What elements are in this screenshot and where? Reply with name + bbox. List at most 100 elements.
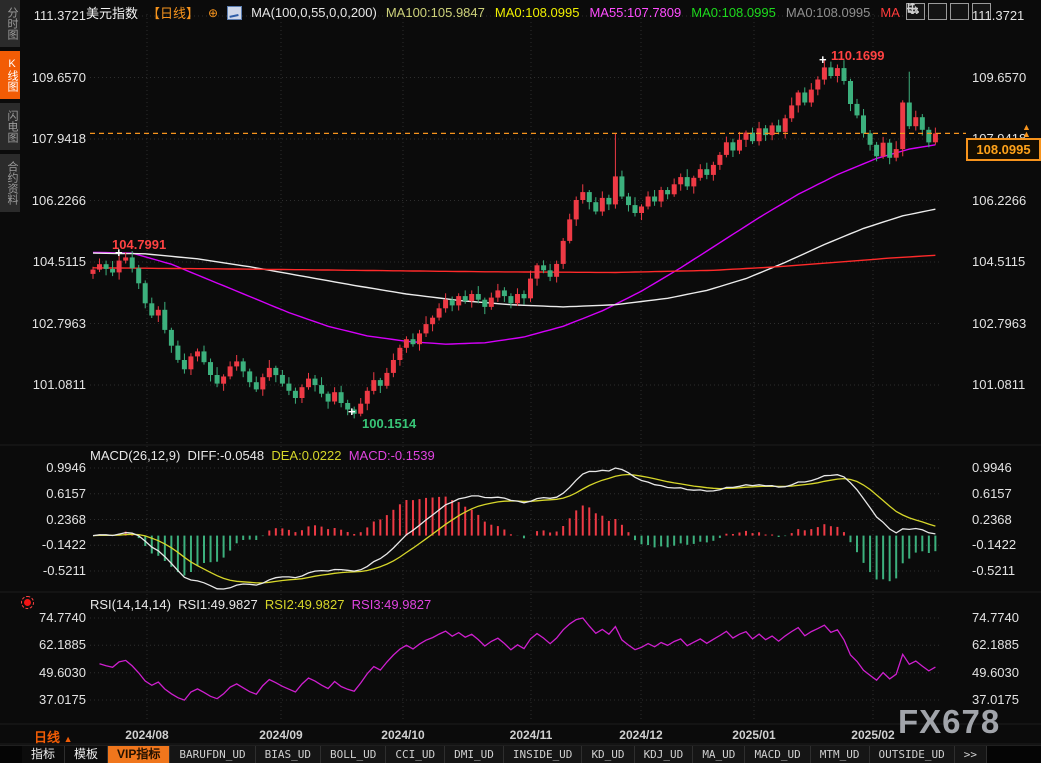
price-axis-label: 111.3721 [972, 8, 1038, 23]
period-up-arrow-icon: ▲ [64, 734, 73, 744]
price-axis-label: 111.3721 [28, 8, 86, 23]
cross-marker-icon: + [819, 52, 827, 67]
expand-icon[interactable]: ⊕ [208, 6, 218, 20]
date-label: 2025/01 [722, 728, 786, 742]
macd-axis-label: 0.9946 [28, 460, 86, 475]
price-axis-label: 109.6570 [28, 70, 86, 85]
macd-axis-label: -0.5211 [28, 563, 86, 578]
price-axis-label: 101.0811 [28, 377, 86, 392]
period-tag: 【日线】 [147, 3, 199, 22]
symbol-title: 美元指数 [86, 3, 138, 22]
price-axis-label: 106.2266 [972, 193, 1038, 208]
tab-mtm_ud[interactable]: MTM_UD [811, 746, 870, 763]
price-tag-arrow-icon: ▲▲ [1022, 124, 1031, 138]
left-sidebar: 分时图 K线图闪电图合约资料 [0, 0, 20, 212]
ma-legend-value-4: MA0:108.0995 [786, 5, 871, 20]
price-axis-label: 102.7963 [972, 316, 1038, 331]
last-price-tag: 108.0995 [966, 138, 1041, 161]
rsi-axis-label: 37.0175 [28, 692, 86, 707]
rsi-axis-label: 49.6030 [28, 665, 86, 680]
dea-line [93, 475, 935, 583]
tab-kd_ud[interactable]: KD_UD [582, 746, 634, 763]
macd-header: MACD(26,12,9) DIFF:-0.0548 DEA:0.0222 MA… [90, 448, 435, 463]
price-axis-label: 107.9418 [28, 131, 86, 146]
left-axis-icon[interactable] [928, 3, 947, 20]
tab-inside_ud[interactable]: INSIDE_UD [504, 746, 583, 763]
ma-legend-value-2: MA55:107.7809 [589, 5, 681, 20]
trading-terminal-window: 分时图 K线图闪电图合约资料 美元指数 【日线】 ⊕ MA(100,0,55,0,… [0, 0, 1041, 763]
tab-[interactable]: 模板 [65, 746, 108, 763]
rsi2-value: RSI2:49.9827 [265, 597, 345, 612]
price-axis-label: 101.0811 [972, 377, 1038, 392]
chart-canvas[interactable] [0, 0, 1041, 763]
chart-legend: 美元指数 【日线】 ⊕ MA(100,0,55,0,0,200) MA100:1… [86, 3, 900, 22]
tab-bias_ud[interactable]: BIAS_UD [256, 746, 321, 763]
tab-vip[interactable]: VIP指标 [108, 746, 170, 763]
tab-cci_ud[interactable]: CCI_UD [386, 746, 445, 763]
date-label: 2025/02 [841, 728, 905, 742]
ma-legend-value-1: MA0:108.0995 [495, 5, 580, 20]
rsi1-value: RSI1:49.9827 [178, 597, 258, 612]
macd-dea-value: DEA:0.0222 [271, 448, 341, 463]
rsi-axis-label: 62.1885 [972, 637, 1038, 652]
price-axis-label: 104.5115 [28, 254, 86, 269]
price-axis-label: 102.7963 [28, 316, 86, 331]
price-axis-label: 106.2266 [28, 193, 86, 208]
macd-axis-label: -0.1422 [28, 537, 86, 552]
ma-line-MA100 [93, 209, 935, 307]
ma-line-MA200 [93, 255, 935, 272]
rsi-header: RSI(14,14,14) RSI1:49.9827 RSI2:49.9827 … [90, 597, 431, 612]
sidebar-item-2[interactable]: 闪电图 [0, 103, 20, 150]
price-axis-label: 109.6570 [972, 70, 1038, 85]
tab-[interactable]: 指标 [22, 746, 65, 763]
macd-value: MACD:-0.1539 [349, 448, 435, 463]
macd-axis-label: -0.1422 [972, 537, 1038, 552]
macd-axis-label: -0.5211 [972, 563, 1038, 578]
tab-macd_ud[interactable]: MACD_UD [745, 746, 810, 763]
tab-outside_ud[interactable]: OUTSIDE_UD [870, 746, 955, 763]
indicator-tabbar: 指标模板VIP指标BARUFDN_UDBIAS_UDBOLL_UDCCI_UDD… [0, 745, 1041, 763]
right-axis-icon[interactable] [950, 3, 969, 20]
sidebar-item-0[interactable]: 分时图 [0, 0, 20, 47]
cross-marker-icon: + [115, 245, 123, 260]
cross-marker-icon: + [348, 404, 356, 419]
sidebar-item-3[interactable]: 合约资料 [0, 154, 20, 212]
annotation-high: 110.1699 [831, 48, 885, 63]
ma-legend-value-5: MA [880, 5, 900, 20]
rsi-axis-label: 74.7740 [972, 610, 1038, 625]
macd-diff-value: DIFF:-0.0548 [188, 448, 265, 463]
annotation-low: 100.1514 [362, 416, 416, 431]
rsi-formula: RSI(14,14,14) [90, 597, 171, 612]
sidebar-item-1[interactable]: K线图 [0, 51, 20, 99]
date-label: 2024/10 [371, 728, 435, 742]
alert-indicator-icon[interactable] [24, 599, 31, 606]
date-label: 2024/09 [249, 728, 313, 742]
tab-ma_ud[interactable]: MA_UD [693, 746, 745, 763]
macd-axis-label: 0.9946 [972, 460, 1038, 475]
macd-axis-label: 0.6157 [28, 486, 86, 501]
rsi3-value: RSI3:49.9827 [352, 597, 432, 612]
rsi-line [100, 618, 936, 700]
tab-boll_ud[interactable]: BOLL_UD [321, 746, 386, 763]
ma-legend-value-0: MA100:105.9847 [386, 5, 485, 20]
ma-line-MA55 [93, 145, 935, 344]
rsi-axis-label: 74.7740 [28, 610, 86, 625]
macd-axis-label: 0.2368 [972, 512, 1038, 527]
period-selector[interactable]: 日线 ▲ [34, 727, 73, 746]
ma-legend-value-3: MA0:108.0995 [691, 5, 776, 20]
macd-axis-label: 0.2368 [28, 512, 86, 527]
rsi-axis-label: 49.6030 [972, 665, 1038, 680]
tab->>[interactable]: >> [955, 746, 987, 763]
tab-barufdn_ud[interactable]: BARUFDN_UD [170, 746, 255, 763]
date-label: 2024/12 [609, 728, 673, 742]
rsi-axis-label: 62.1885 [28, 637, 86, 652]
tab-dmi_ud[interactable]: DMI_UD [445, 746, 504, 763]
mini-chart-icon [227, 6, 242, 20]
date-label: 2024/11 [499, 728, 563, 742]
price-axis-label: 104.5115 [972, 254, 1038, 269]
macd-formula: MACD(26,12,9) [90, 448, 180, 463]
tab-kdj_ud[interactable]: KDJ_UD [635, 746, 694, 763]
date-label: 2024/08 [115, 728, 179, 742]
ma-values: MA100:105.9847 MA0:108.0995 MA55:107.7809 M… [386, 5, 900, 20]
macd-axis-label: 0.6157 [972, 486, 1038, 501]
